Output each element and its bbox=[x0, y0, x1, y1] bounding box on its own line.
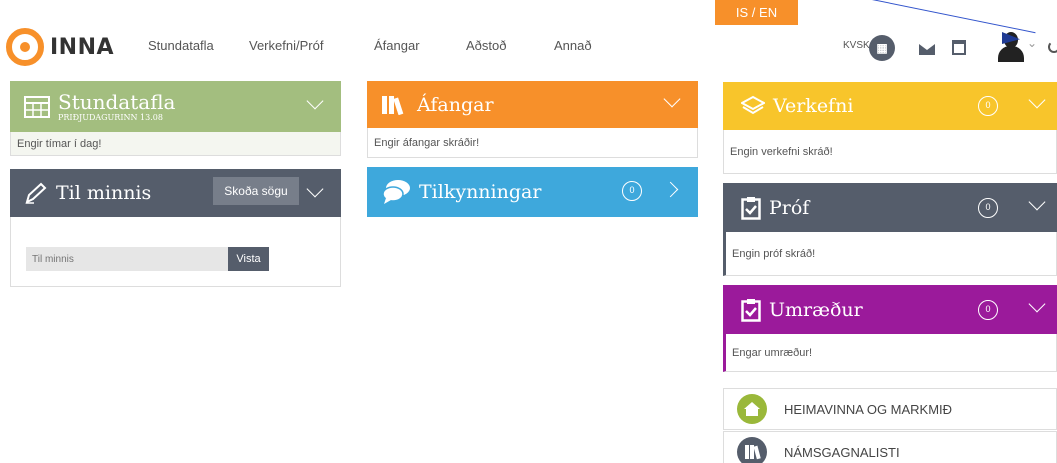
reminders-body: Vista bbox=[10, 217, 341, 287]
materials-list-label: NÁMSGAGNALISTI bbox=[784, 444, 900, 460]
announcements-title: Tilkynningar bbox=[419, 181, 542, 203]
books-icon bbox=[737, 437, 767, 463]
discussions-body: Engar umræður! bbox=[723, 334, 1057, 372]
assignments-count-badge: 0 bbox=[978, 96, 998, 116]
nav-adstod[interactable]: Aðstoð bbox=[466, 38, 506, 53]
courses-header[interactable]: Áfangar bbox=[367, 81, 698, 128]
user-menu-chevron-icon[interactable]: ⌄ bbox=[1027, 36, 1037, 50]
exams-body: Engin próf skráð! bbox=[723, 232, 1057, 276]
announcements-panel: Tilkynningar 0 bbox=[367, 167, 698, 217]
school-badge-icon[interactable]: ▦ bbox=[869, 35, 895, 61]
save-button[interactable]: Vista bbox=[228, 247, 269, 271]
discussions-count-badge: 0 bbox=[978, 300, 998, 320]
reminders-title: Til minnis bbox=[56, 182, 152, 204]
exams-header[interactable]: Próf 0 bbox=[723, 183, 1057, 232]
discussions-panel: Umræður 0 Engar umræður! bbox=[723, 285, 1057, 372]
history-button[interactable]: Skoða sögu bbox=[213, 177, 299, 205]
books-icon bbox=[382, 95, 404, 115]
clipboard-check-icon bbox=[741, 298, 761, 322]
nav-stundatafla[interactable]: Stundatafla bbox=[148, 38, 214, 53]
announcements-header[interactable]: Tilkynningar 0 bbox=[367, 167, 698, 217]
reminder-input[interactable] bbox=[26, 247, 228, 271]
nav-afangar[interactable]: Áfangar bbox=[374, 38, 420, 53]
mail-icon[interactable] bbox=[919, 44, 935, 55]
assignments-empty-text: Engin verkefni skráð! bbox=[730, 145, 833, 158]
chevron-down-icon[interactable] bbox=[1028, 91, 1046, 109]
logout-icon[interactable] bbox=[1048, 41, 1057, 53]
school-code[interactable]: KVSK bbox=[843, 40, 870, 51]
assignments-panel: Verkefni 0 Engin verkefni skráð! bbox=[723, 82, 1057, 174]
homework-goals-link[interactable]: HEIMAVINNA OG MARKMIÐ bbox=[723, 388, 1057, 430]
discussions-empty-text: Engar umræður! bbox=[732, 346, 813, 359]
chevron-down-icon[interactable] bbox=[663, 90, 681, 108]
timetable-date: PRIÐJUDAGURINN 13.08 bbox=[58, 112, 163, 122]
reminders-panel: Til minnis Skoða sögu Vista bbox=[10, 169, 341, 287]
exams-panel: Próf 0 Engin próf skráð! bbox=[723, 183, 1057, 276]
courses-panel: Áfangar Engir áfangar skráðir! bbox=[367, 81, 698, 158]
courses-title: Áfangar bbox=[417, 93, 494, 116]
chat-bubbles-icon bbox=[382, 180, 410, 204]
user-avatar-icon[interactable] bbox=[996, 32, 1024, 62]
layers-icon bbox=[741, 95, 765, 115]
announcements-count-badge: 0 bbox=[622, 181, 642, 201]
discussions-header[interactable]: Umræður 0 bbox=[723, 285, 1057, 334]
table-icon bbox=[24, 95, 50, 118]
chevron-down-icon[interactable] bbox=[306, 92, 324, 110]
timetable-body: Engir tímar í dag! bbox=[10, 132, 341, 156]
materials-list-link[interactable]: NÁMSGAGNALISTI bbox=[723, 431, 1057, 463]
timetable-header[interactable]: Stundatafla PRIÐJUDAGURINN 13.08 bbox=[10, 81, 341, 132]
assignments-header[interactable]: Verkefni 0 bbox=[723, 82, 1057, 130]
exams-title: Próf bbox=[769, 196, 810, 219]
assignments-body: Engin verkefni skráð! bbox=[723, 130, 1057, 174]
clipboard-check-icon bbox=[741, 196, 761, 220]
chevron-down-icon[interactable] bbox=[306, 180, 324, 198]
assignments-title: Verkefni bbox=[773, 95, 854, 117]
nav-verkefni-prof[interactable]: Verkefni/Próf bbox=[249, 38, 323, 53]
chevron-down-icon[interactable] bbox=[1028, 193, 1046, 211]
logo-icon bbox=[6, 28, 44, 66]
exams-empty-text: Engin próf skráð! bbox=[732, 247, 816, 260]
logo-text: INNA bbox=[50, 34, 115, 60]
home-icon bbox=[737, 394, 767, 424]
language-switch[interactable]: IS / EN bbox=[715, 0, 798, 25]
top-bar: IS / EN INNA Stundatafla Verkefni/Próf Á… bbox=[0, 0, 1057, 78]
chevron-right-icon[interactable] bbox=[662, 181, 679, 198]
courses-body: Engir áfangar skráðir! bbox=[367, 128, 698, 158]
logo[interactable]: INNA bbox=[6, 28, 114, 66]
pencil-icon bbox=[25, 182, 47, 204]
courses-empty-text: Engir áfangar skráðir! bbox=[374, 136, 480, 149]
timetable-empty-text: Engir tímar í dag! bbox=[17, 137, 102, 150]
exams-count-badge: 0 bbox=[978, 198, 998, 218]
discussions-title: Umræður bbox=[769, 298, 863, 321]
timetable-title: Stundatafla bbox=[58, 89, 176, 114]
homework-goals-label: HEIMAVINNA OG MARKMIÐ bbox=[784, 401, 953, 417]
timetable-panel: Stundatafla PRIÐJUDAGURINN 13.08 Engir t… bbox=[10, 81, 341, 156]
calendar-icon[interactable] bbox=[952, 40, 966, 55]
nav-annad[interactable]: Annað bbox=[554, 38, 592, 53]
chevron-down-icon[interactable] bbox=[1028, 295, 1046, 313]
reminders-header[interactable]: Til minnis Skoða sögu bbox=[10, 169, 341, 217]
